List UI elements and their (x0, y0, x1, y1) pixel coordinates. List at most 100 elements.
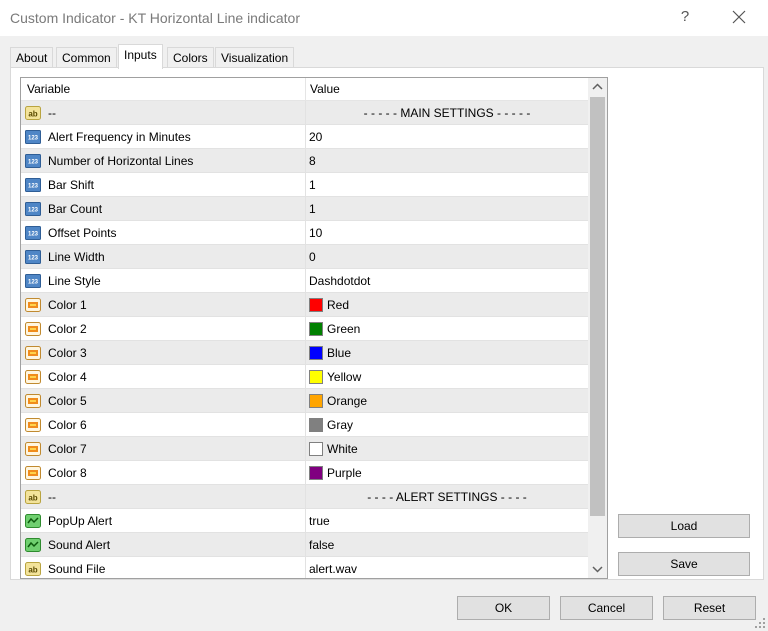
table-row[interactable]: 123 Line Style Dashdotdot (21, 269, 588, 293)
variable-value[interactable]: true (309, 514, 330, 528)
123-integer-icon: 123 (25, 129, 42, 145)
table-row[interactable]: 123 Number of Horizontal Lines 8 (21, 149, 588, 173)
column-divider (305, 557, 306, 578)
close-icon (732, 10, 746, 24)
svg-text:123: 123 (28, 208, 39, 214)
column-divider (305, 317, 306, 341)
table-row[interactable]: 123 Offset Points 10 (21, 221, 588, 245)
variable-name: Color 2 (48, 322, 87, 336)
123-integer-icon: 123 (25, 201, 42, 217)
variable-value[interactable]: alert.wav (309, 562, 357, 576)
column-divider (305, 149, 306, 173)
resize-grip-icon[interactable] (754, 617, 766, 629)
variable-value[interactable]: 20 (309, 130, 322, 144)
variable-value[interactable]: 1 (309, 178, 316, 192)
vertical-scrollbar[interactable] (588, 78, 607, 578)
scroll-down-button[interactable] (588, 560, 607, 578)
variable-value[interactable]: Green (327, 322, 360, 336)
scroll-up-button[interactable] (588, 78, 607, 96)
load-button[interactable]: Load (618, 514, 750, 538)
variable-value[interactable]: 10 (309, 226, 322, 240)
table-row[interactable]: Color 7 White (21, 437, 588, 461)
column-header-value[interactable]: Value (310, 82, 340, 96)
ab-string-icon: ab (25, 489, 42, 505)
color-swatch (309, 466, 323, 480)
variable-value[interactable]: Orange (327, 394, 367, 408)
table-row[interactable]: Sound Alert false (21, 533, 588, 557)
variable-value[interactable]: Dashdotdot (309, 274, 370, 288)
table-row[interactable]: Color 2 Green (21, 317, 588, 341)
table-row[interactable]: Color 1 Red (21, 293, 588, 317)
column-header-variable[interactable]: Variable (27, 82, 70, 96)
table-header: Variable Value (21, 78, 588, 101)
column-divider (305, 197, 306, 221)
ab-string-icon: ab (25, 105, 42, 121)
table-row[interactable]: 123 Line Width 0 (21, 245, 588, 269)
tab-inputs[interactable]: Inputs (118, 44, 163, 69)
reset-button[interactable]: Reset (663, 596, 756, 620)
close-button[interactable] (728, 6, 750, 28)
123-integer-icon: 123 (25, 177, 42, 193)
column-divider (305, 365, 306, 389)
variable-name: Color 8 (48, 466, 87, 480)
variable-name: Alert Frequency in Minutes (48, 130, 191, 144)
column-divider (305, 413, 306, 437)
variable-name: Color 1 (48, 298, 87, 312)
column-divider (305, 269, 306, 293)
color-palette-icon (25, 441, 42, 457)
tab-common[interactable]: Common (56, 47, 117, 68)
variable-value[interactable]: Red (327, 298, 349, 312)
123-integer-icon: 123 (25, 273, 42, 289)
variable-value[interactable]: Blue (327, 346, 351, 360)
variable-value[interactable]: 0 (309, 250, 316, 264)
color-palette-icon (25, 393, 42, 409)
color-palette-icon (25, 297, 42, 313)
cancel-button[interactable]: Cancel (560, 596, 653, 620)
variable-name: -- (48, 490, 56, 504)
title-bar: Custom Indicator - KT Horizontal Line in… (0, 0, 768, 36)
variable-value[interactable]: Yellow (327, 370, 361, 384)
table-row[interactable]: 123 Bar Count 1 (21, 197, 588, 221)
variable-name: Color 4 (48, 370, 87, 384)
svg-text:123: 123 (28, 256, 39, 262)
column-divider (305, 125, 306, 149)
tab-colors[interactable]: Colors (167, 47, 214, 68)
variable-value[interactable]: Purple (327, 466, 362, 480)
table-row[interactable]: Color 5 Orange (21, 389, 588, 413)
tab-about[interactable]: About (10, 47, 54, 68)
variable-value[interactable]: 1 (309, 202, 316, 216)
variable-value[interactable]: White (327, 442, 358, 456)
variable-name: Color 6 (48, 418, 87, 432)
variable-value[interactable]: Gray (327, 418, 353, 432)
table-row[interactable]: ab Sound File alert.wav (21, 557, 588, 578)
save-button[interactable]: Save (618, 552, 750, 576)
scrollbar-thumb[interactable] (590, 97, 605, 516)
help-button[interactable]: ? (676, 8, 694, 28)
svg-text:123: 123 (28, 160, 39, 166)
table-row[interactable]: Color 8 Purple (21, 461, 588, 485)
variable-value[interactable]: 8 (309, 154, 316, 168)
table-row[interactable]: 123 Bar Shift 1 (21, 173, 588, 197)
variable-name: Line Style (48, 274, 101, 288)
table-row[interactable]: PopUp Alert true (21, 509, 588, 533)
ok-button[interactable]: OK (457, 596, 550, 620)
svg-text:ab: ab (28, 494, 37, 503)
variable-name: Color 7 (48, 442, 87, 456)
table-row[interactable]: ab -- - - - - - MAIN SETTINGS - - - - - (21, 101, 588, 125)
column-divider (305, 461, 306, 485)
variable-value[interactable]: false (309, 538, 334, 552)
svg-text:ab: ab (28, 110, 37, 119)
table-row[interactable]: Color 6 Gray (21, 413, 588, 437)
variable-value[interactable]: - - - - ALERT SETTINGS - - - - (306, 490, 588, 504)
column-divider[interactable] (305, 78, 306, 101)
color-palette-icon (25, 321, 42, 337)
table-row[interactable]: 123 Alert Frequency in Minutes 20 (21, 125, 588, 149)
chevron-up-icon (592, 83, 603, 90)
tab-visualization[interactable]: Visualization (215, 47, 295, 68)
table-row[interactable]: Color 4 Yellow (21, 365, 588, 389)
ab-string-icon: ab (25, 561, 42, 577)
variable-value[interactable]: - - - - - MAIN SETTINGS - - - - - (306, 106, 588, 120)
table-row[interactable]: ab -- - - - - ALERT SETTINGS - - - - (21, 485, 588, 509)
variable-name: Color 3 (48, 346, 87, 360)
table-row[interactable]: Color 3 Blue (21, 341, 588, 365)
